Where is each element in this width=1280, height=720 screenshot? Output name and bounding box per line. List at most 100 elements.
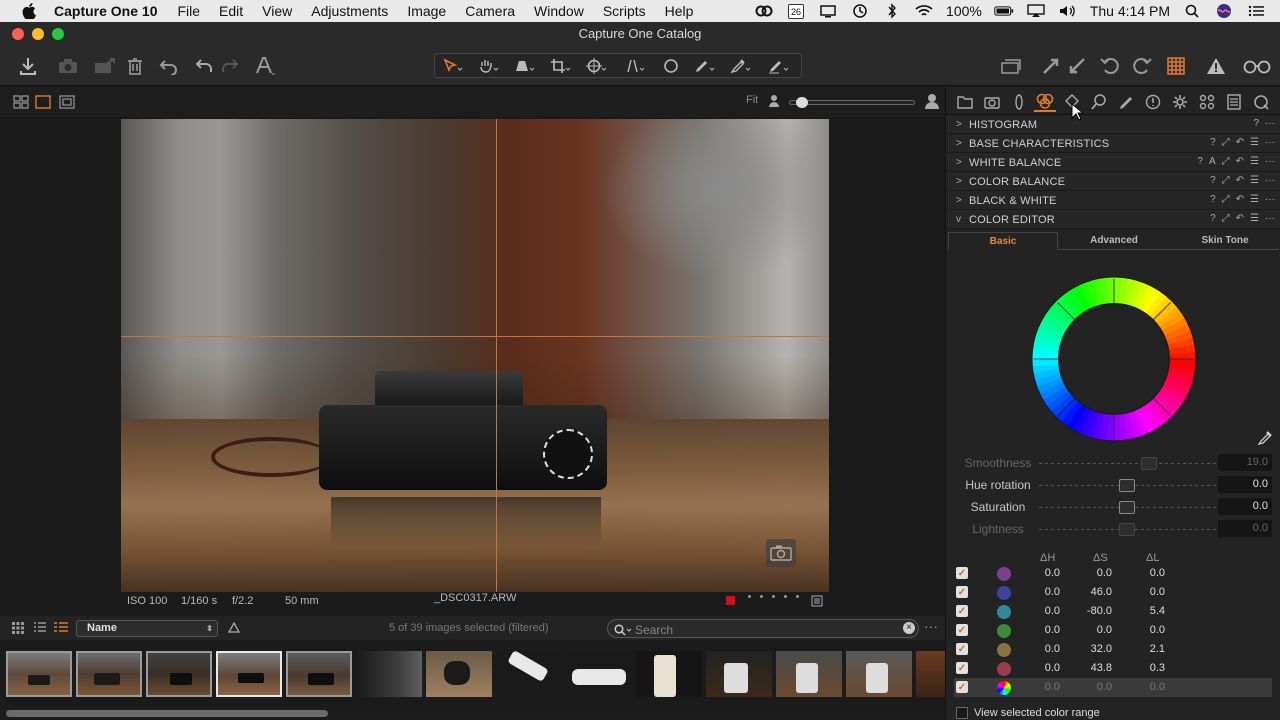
section-color-editor[interactable]: v COLOR EDITOR ? ⤢ ↶ ☰ ···: [946, 210, 1280, 229]
keystone-tool-icon[interactable]: [621, 57, 649, 75]
color-range-row[interactable]: ✓ 0.0 0.0 0.0: [954, 621, 1272, 640]
redo-arrow-icon[interactable]: [218, 54, 242, 78]
zoom-slider-knob[interactable]: [796, 97, 808, 108]
clock[interactable]: Thu 4:14 PM: [1090, 3, 1170, 19]
copy-adjustments-icon[interactable]: [1039, 54, 1063, 78]
bluetooth-icon[interactable]: [882, 3, 902, 19]
lightness-knob[interactable]: [1119, 523, 1135, 536]
pan-hand-icon[interactable]: [475, 57, 503, 75]
reset-icon[interactable]: ↶: [1236, 137, 1244, 148]
help-icon[interactable]: ?: [1210, 175, 1216, 186]
battery-icon[interactable]: [994, 3, 1014, 19]
copy-apply-icon[interactable]: ⤢: [1222, 175, 1230, 186]
checkbox[interactable]: [956, 707, 968, 720]
view-selected-range-checkbox[interactable]: View selected color range: [956, 707, 1100, 720]
app-name-menu[interactable]: Capture One 10: [54, 3, 157, 19]
trash-icon[interactable]: [123, 54, 147, 78]
undo-icon[interactable]: [157, 54, 181, 78]
adjustments-tab-icon[interactable]: [1142, 92, 1164, 112]
color-range-checkbox[interactable]: ✓: [956, 681, 968, 693]
filmstrip-scrollbar[interactable]: [6, 710, 328, 717]
auto-icon[interactable]: A: [1209, 156, 1216, 167]
spotlight-search-icon[interactable]: [1182, 3, 1202, 19]
camera-capture-icon[interactable]: [56, 54, 80, 78]
saturation-knob[interactable]: [1119, 501, 1135, 514]
reset-icon[interactable]: ↶: [1236, 213, 1244, 224]
more-icon[interactable]: ···: [1265, 194, 1275, 205]
help-icon[interactable]: ?: [1210, 137, 1216, 148]
section-white-balance[interactable]: > WHITE BALANCE ? A ⤢ ↶ ☰ ···: [946, 153, 1280, 172]
import-icon[interactable]: [16, 54, 40, 78]
thumbnail[interactable]: [846, 651, 912, 697]
exposure-warning-icon[interactable]: [1204, 54, 1228, 78]
color-swatch[interactable]: [997, 662, 1011, 676]
thumbnail[interactable]: [426, 651, 492, 697]
browser-filmstrip-icon[interactable]: [53, 621, 69, 640]
section-color-balance[interactable]: > COLOR BALANCE ? ⤢ ↶ ☰ ···: [946, 172, 1280, 191]
menu-file[interactable]: File: [177, 3, 200, 19]
color-range-checkbox[interactable]: ✓: [956, 643, 968, 655]
menu-scripts[interactable]: Scripts: [603, 3, 646, 19]
output-tab-icon[interactable]: [1169, 92, 1191, 112]
spot-removal-icon[interactable]: [657, 57, 685, 75]
color-range-row[interactable]: ✓ 0.0 0.0 0.0: [954, 564, 1272, 583]
export-icon[interactable]: [93, 54, 117, 78]
fullscreen-view-icon[interactable]: [59, 95, 75, 114]
section-black-white[interactable]: > BLACK & WHITE ? ⤢ ↶ ☰ ···: [946, 191, 1280, 210]
color-range-checkbox[interactable]: ✓: [956, 662, 968, 674]
more-icon[interactable]: ···: [1265, 156, 1275, 167]
display-icon[interactable]: [818, 3, 838, 19]
library-tab-icon[interactable]: [954, 92, 976, 112]
color-range-row[interactable]: ✓ 0.0 32.0 2.1: [954, 640, 1272, 659]
horizontal-guide-line[interactable]: [121, 336, 829, 337]
section-base-characteristics[interactable]: > BASE CHARACTERISTICS ? ⤢ ↶ ☰ ···: [946, 134, 1280, 153]
help-icon[interactable]: ?: [1197, 156, 1203, 167]
time-machine-icon[interactable]: [850, 3, 870, 19]
local-adjustments-tab-icon[interactable]: [1115, 92, 1137, 112]
hue-rotation-value[interactable]: 0.0: [1218, 476, 1272, 493]
thumbnail[interactable]: [636, 651, 702, 697]
thumbnail[interactable]: [6, 651, 72, 697]
clear-search-icon[interactable]: ×: [903, 622, 915, 634]
thumbnail[interactable]: [566, 651, 632, 697]
volume-icon[interactable]: [1058, 3, 1078, 19]
capture-pilot-icon[interactable]: [766, 539, 796, 567]
rotate-right-icon[interactable]: [1130, 54, 1154, 78]
color-swatch[interactable]: [997, 605, 1011, 619]
saturation-value[interactable]: 0.0: [1218, 498, 1272, 515]
thumbnail[interactable]: [76, 651, 142, 697]
calendar-icon[interactable]: 26: [786, 3, 806, 19]
thumbnail[interactable]: [146, 651, 212, 697]
section-histogram[interactable]: > HISTOGRAM ? ···: [946, 115, 1280, 134]
color-range-checkbox[interactable]: ✓: [956, 586, 968, 598]
thumbnail[interactable]: [706, 651, 772, 697]
tab-skin-tone[interactable]: Skin Tone: [1170, 232, 1280, 250]
color-swatch[interactable]: [997, 643, 1011, 657]
rating-dot-5[interactable]: [796, 595, 799, 598]
color-swatch[interactable]: [997, 567, 1011, 581]
sort-direction-icon[interactable]: [227, 621, 241, 639]
rotate-tool-icon[interactable]: [583, 57, 611, 75]
filter-menu-icon[interactable]: ···: [924, 618, 938, 634]
more-icon[interactable]: ···: [1265, 213, 1275, 224]
presets-icon[interactable]: ☰: [1250, 175, 1259, 186]
tab-basic[interactable]: Basic: [948, 232, 1058, 250]
color-range-row[interactable]: ✓ 0.0 0.0 0.0: [954, 678, 1272, 697]
annotation-pen-icon[interactable]: [765, 57, 793, 75]
creative-cloud-icon[interactable]: [754, 3, 774, 19]
vertical-guide-line[interactable]: [496, 119, 497, 592]
copy-apply-icon[interactable]: ⤢: [1222, 213, 1230, 224]
sort-by-select[interactable]: Name ⬍: [76, 620, 218, 637]
color-swatch[interactable]: [997, 624, 1011, 638]
color-swatch[interactable]: [997, 681, 1011, 695]
presets-icon[interactable]: ☰: [1250, 156, 1259, 167]
menu-image[interactable]: Image: [407, 3, 446, 19]
menu-adjustments[interactable]: Adjustments: [311, 3, 388, 19]
proof-glasses-icon[interactable]: [1242, 54, 1272, 78]
capture-tab-icon[interactable]: [981, 92, 1003, 112]
browser-grid-icon[interactable]: [11, 621, 25, 640]
fit-label[interactable]: Fit: [746, 94, 758, 106]
copy-apply-icon[interactable]: ⤢: [1222, 194, 1230, 205]
rating-dot-3[interactable]: [772, 595, 775, 598]
menu-camera[interactable]: Camera: [465, 3, 515, 19]
